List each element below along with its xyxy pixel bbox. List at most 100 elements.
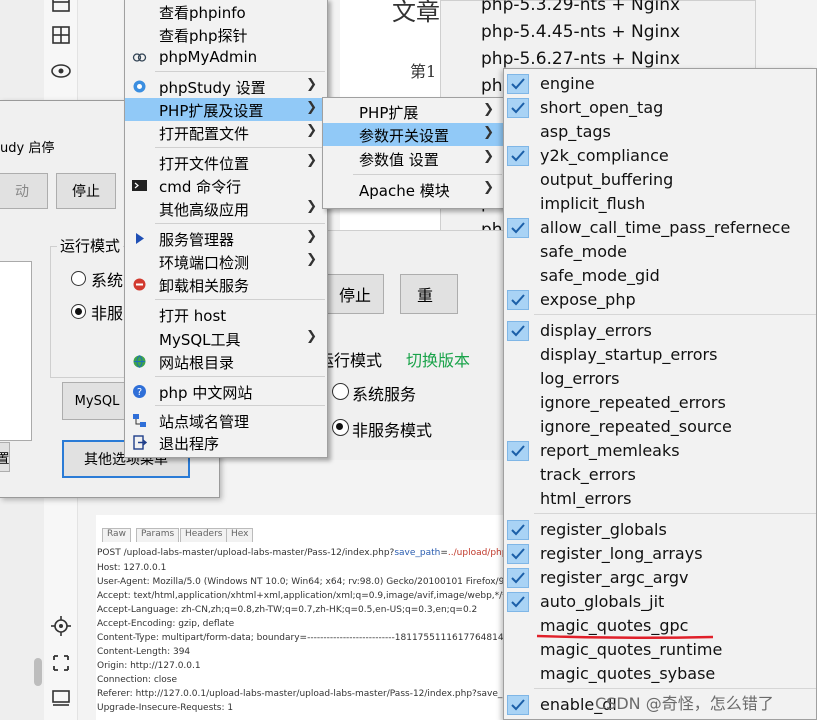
csdn-watermark: CSDN @奇怪，怎么错了 — [595, 694, 774, 713]
param-item-safe-mode[interactable]: safe_mode — [504, 240, 816, 264]
param-item-expose-php[interactable]: expose_php — [504, 288, 816, 312]
param-item-label: register_globals — [540, 520, 667, 539]
split-icon[interactable] — [50, 24, 72, 46]
submenu-item-param-switches[interactable]: 参数开关设置 ❯ — [323, 123, 504, 146]
menu-separator — [353, 174, 502, 175]
radio-non-service-2[interactable] — [332, 419, 349, 436]
param-item-label: magic_quotes_runtime — [540, 640, 723, 659]
menu-item-php-probe[interactable]: 查看php探针 — [125, 23, 327, 46]
param-item-label: log_errors — [540, 369, 620, 388]
param-item-display-startup-errors[interactable]: display_startup_errors — [504, 343, 816, 367]
chevron-right-icon: ❯ — [306, 329, 317, 344]
param-item-label: output_buffering — [540, 170, 674, 189]
start-button[interactable]: 动 — [0, 173, 48, 209]
monitor-icon[interactable] — [50, 688, 72, 710]
param-item-html-errors[interactable]: html_errors — [504, 487, 816, 511]
window-title: udy 启停 — [0, 141, 55, 156]
menu-item-mysql-tools[interactable]: MySQL工具 ❯ — [125, 327, 327, 350]
menu-item-port-check[interactable]: 环境端口检测 ❯ — [125, 250, 327, 273]
param-item-display-errors[interactable]: display_errors — [504, 319, 816, 343]
chevron-right-icon: ❯ — [483, 102, 494, 117]
version-item[interactable]: ph — [481, 76, 503, 96]
chevron-right-icon: ❯ — [306, 100, 317, 115]
param-item-safe-mode-gid[interactable]: safe_mode_gid — [504, 264, 816, 288]
param-item-engine[interactable]: engine — [504, 72, 816, 96]
param-switch-menu: engine short_open_tag asp_tags y2k_complian… — [503, 68, 817, 720]
param-item-short-open-tag[interactable]: short_open_tag — [504, 96, 816, 120]
radio-system-2[interactable] — [332, 383, 349, 400]
menu-item-phpinfo[interactable]: 查看phpinfo — [125, 0, 327, 23]
menu-item-phpstudy-settings[interactable]: phpStudy 设置 ❯ — [125, 75, 327, 98]
param-item-magic-quotes-sybase[interactable]: magic_quotes_sybase — [504, 662, 816, 686]
checkmark-icon — [507, 98, 529, 118]
param-item-label: implicit_flush — [540, 194, 646, 213]
tab-params[interactable]: Params — [136, 528, 180, 542]
restart-button[interactable]: 重 — [400, 274, 458, 314]
scrollbar-thumb[interactable] — [34, 658, 42, 686]
version-item[interactable]: php-5.3.29-nts + Nginx — [481, 0, 680, 15]
svg-text:?: ? — [137, 387, 142, 398]
menu-item-open-host[interactable]: 打开 host — [125, 303, 327, 326]
param-item-auto-globals-jit[interactable]: auto_globals_jit — [504, 590, 816, 614]
mysql-button[interactable]: MySQL — [62, 382, 132, 420]
menu-separator — [155, 147, 325, 148]
param-item-y2k-compliance[interactable]: y2k_compliance — [504, 144, 816, 168]
menu-item-open-file-location[interactable]: 打开文件位置 ❯ — [125, 151, 327, 174]
move-icon[interactable] — [50, 652, 72, 674]
menu-item-open-config[interactable]: 打开配置文件 ❯ — [125, 121, 327, 144]
param-item-register-long-arrays[interactable]: register_long_arrays — [504, 542, 816, 566]
crosshair-icon[interactable] — [50, 615, 72, 637]
document-line: 第1 — [410, 62, 437, 81]
checkmark-icon — [507, 592, 529, 612]
param-item-implicit-flush[interactable]: implicit_flush — [504, 192, 816, 216]
chevron-right-icon: ❯ — [483, 125, 494, 140]
version-item[interactable]: php-5.6.27-nts + Nginx — [481, 49, 680, 69]
checkmark-icon — [507, 218, 529, 238]
settings-button[interactable]: 置 — [0, 442, 10, 472]
submenu-item-apache-modules[interactable]: Apache 模块 ❯ — [323, 178, 504, 201]
submenu-item-param-values[interactable]: 参数值 设置 ❯ — [323, 147, 504, 170]
menu-item-web-root[interactable]: 网站根目录 — [125, 350, 327, 373]
stop-button-2[interactable]: 停止 — [326, 274, 384, 314]
menu-item-exit[interactable]: 退出程序 — [125, 431, 327, 454]
param-item-ignore-repeated-source[interactable]: ignore_repeated_source — [504, 415, 816, 439]
checkmark-icon — [507, 321, 529, 341]
menu-item-php-extensions[interactable]: PHP扩展及设置 ❯ — [125, 98, 327, 121]
radio-non-service[interactable] — [71, 304, 86, 319]
menu-item-cmd[interactable]: cmd 命令行 — [125, 174, 327, 197]
tab-headers[interactable]: Headers — [180, 528, 228, 542]
menu-item-site-domains[interactable]: 站点域名管理 — [125, 409, 327, 432]
window-icon[interactable] — [50, 0, 72, 16]
tab-hex[interactable]: Hex — [226, 528, 254, 542]
radio-system[interactable] — [71, 271, 86, 286]
param-item-label: track_errors — [540, 465, 636, 484]
param-item-label: short_open_tag — [540, 98, 664, 117]
submenu-item-php-extensions[interactable]: PHP扩展 ❯ — [323, 100, 504, 123]
chevron-right-icon: ❯ — [483, 180, 494, 195]
request-header-line: Upgrade-Insecure-Requests: 1 — [97, 703, 234, 713]
param-item-output-buffering[interactable]: output_buffering — [504, 168, 816, 192]
param-item-register-globals[interactable]: register_globals — [504, 518, 816, 542]
chevron-right-icon: ❯ — [306, 252, 317, 267]
param-item-track-errors[interactable]: track_errors — [504, 463, 816, 487]
menu-item-phpmyadmin[interactable]: phpMyAdmin — [125, 46, 327, 69]
stop-button[interactable]: 停止 — [56, 173, 116, 209]
tab-raw[interactable]: Raw — [102, 528, 131, 542]
version-item[interactable]: php-5.4.45-nts + Nginx — [481, 22, 680, 42]
switch-version-link[interactable]: 切换版本 — [406, 347, 470, 371]
param-item-ignore-repeated-errors[interactable]: ignore_repeated_errors — [504, 391, 816, 415]
menu-item-advanced[interactable]: 其他高级应用 ❯ — [125, 197, 327, 220]
param-item-log-errors[interactable]: log_errors — [504, 367, 816, 391]
param-item-asp-tags[interactable]: asp_tags — [504, 120, 816, 144]
menu-item-uninstall[interactable]: 卸载相关服务 — [125, 273, 327, 296]
eye-icon[interactable] — [50, 60, 72, 82]
param-item-allow-call-time-pass-refernece[interactable]: allow_call_time_pass_refernece — [504, 216, 816, 240]
menu-item-php-cn[interactable]: ? php 中文网站 — [125, 380, 327, 403]
menu-item-service-manager[interactable]: 服务管理器 ❯ — [125, 227, 327, 250]
param-item-magic-quotes-runtime[interactable]: magic_quotes_runtime — [504, 638, 816, 662]
param-item-label: ignore_repeated_source — [540, 417, 732, 436]
radio-system-label: 系统 — [91, 271, 124, 290]
param-item-report-memleaks[interactable]: report_memleaks — [504, 439, 816, 463]
chevron-right-icon: ❯ — [306, 199, 317, 214]
param-item-register-argc-argv[interactable]: register_argc_argv — [504, 566, 816, 590]
